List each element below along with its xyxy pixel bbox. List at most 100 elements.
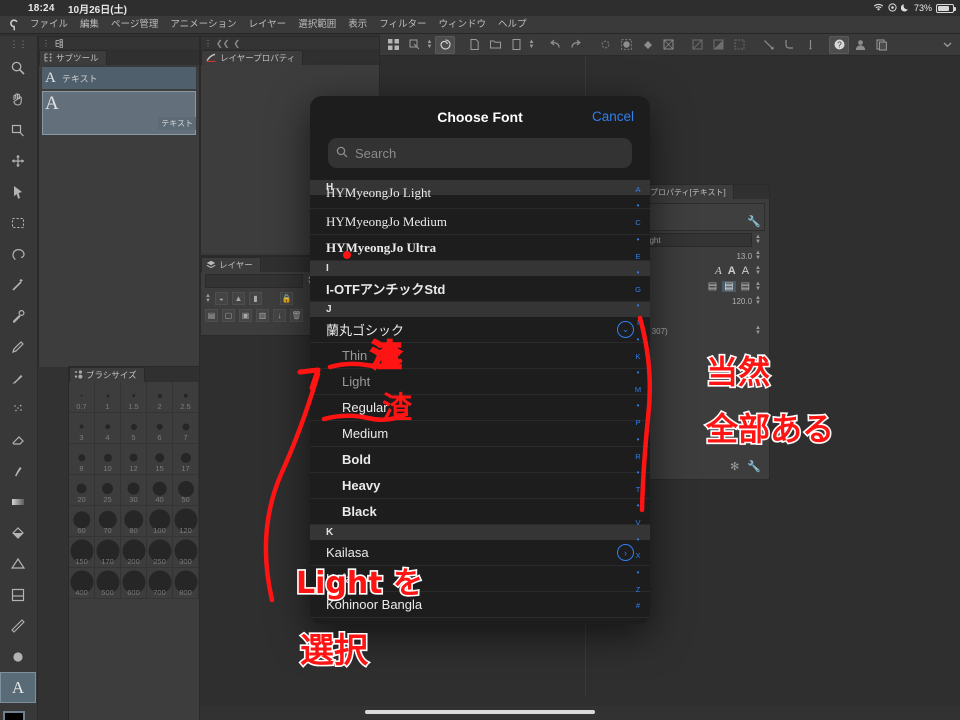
font-list-item[interactable]: Kohinoor Bangla: [310, 592, 650, 618]
brush-size-cell[interactable]: 20: [69, 475, 95, 506]
regular-icon[interactable]: A: [742, 265, 749, 277]
align-left-icon[interactable]: ▤: [708, 281, 717, 292]
index-letter[interactable]: G: [635, 286, 641, 294]
collapse-left-icon[interactable]: ❮❮: [216, 39, 229, 48]
lock-icon[interactable]: 🔒: [280, 292, 293, 305]
size-stepper[interactable]: ▲▼: [755, 251, 761, 261]
tool-ruler[interactable]: [0, 610, 36, 641]
index-letter[interactable]: C: [635, 219, 640, 227]
tool-hand[interactable]: [0, 83, 36, 114]
tool-property-footer[interactable]: ✻ 🔧: [726, 458, 765, 475]
tool-airbrush[interactable]: [0, 393, 36, 424]
palette-grip[interactable]: ⋮: [39, 37, 199, 49]
new-layer-icon[interactable]: ▤: [205, 309, 218, 322]
brush-size-cell[interactable]: 70: [95, 506, 121, 537]
tool-magic-wand[interactable]: [0, 269, 36, 300]
tool-gradient[interactable]: [0, 486, 36, 517]
font-list[interactable]: HHYMyeongJo LightHYMyeongJo MediumHYMyeo…: [310, 180, 650, 624]
settings-icon[interactable]: 🔧: [747, 460, 761, 473]
menu-help[interactable]: ヘルプ: [492, 16, 533, 34]
index-dot[interactable]: •: [637, 502, 640, 510]
deselect-icon[interactable]: [687, 36, 707, 54]
italic-icon[interactable]: A: [715, 265, 722, 277]
menu-selection[interactable]: 選択範囲: [292, 16, 342, 34]
brush-size-cell[interactable]: 150: [69, 537, 95, 568]
reset-icon[interactable]: ✻: [730, 460, 739, 473]
index-dot[interactable]: •: [637, 269, 640, 277]
index-letter[interactable]: V: [635, 519, 640, 527]
font-list-item[interactable]: HYMyeongJo Ultra: [310, 235, 650, 261]
grid-icon[interactable]: [383, 36, 403, 54]
new-folder-icon[interactable]: ▣: [239, 309, 252, 322]
page-stepper[interactable]: ▲▼: [755, 326, 761, 336]
font-weight-item[interactable]: Bold: [310, 447, 650, 473]
font-weight-item[interactable]: Light: [310, 369, 650, 395]
index-dot[interactable]: •: [637, 436, 640, 444]
brush-size-grid-body[interactable]: 0.711.522.534567810121517202530405060708…: [69, 382, 199, 720]
perspective-snap-icon[interactable]: [800, 36, 820, 54]
brush-size-cell[interactable]: 4: [95, 413, 121, 444]
menu-animation[interactable]: アニメーション: [164, 16, 242, 34]
brush-size-cell[interactable]: 600: [121, 568, 147, 599]
brush-size-cell[interactable]: 8: [69, 444, 95, 475]
new-document-icon[interactable]: [464, 36, 484, 54]
grip-icon[interactable]: ⋮⋮: [0, 36, 37, 52]
font-list-item[interactable]: HYMyeongJo Light: [310, 195, 650, 209]
font-weight-item[interactable]: Thin: [310, 343, 650, 369]
curve-snap-icon[interactable]: [779, 36, 799, 54]
transform-icon[interactable]: [658, 36, 678, 54]
index-dot[interactable]: •: [637, 302, 640, 310]
tool-eraser[interactable]: [0, 424, 36, 455]
brush-size-cell[interactable]: 12: [121, 444, 147, 475]
brush-size-cell[interactable]: 800: [173, 568, 199, 599]
index-letter[interactable]: Z: [636, 586, 641, 594]
fill-selection-icon[interactable]: [616, 36, 636, 54]
user-icon[interactable]: [850, 36, 870, 54]
font-list-item[interactable]: I-OTFアンチックStd: [310, 276, 650, 302]
menu-file[interactable]: ファイル: [24, 16, 74, 34]
alphabet-index[interactable]: A•C•E•G•I•K•M•P•R•T•V•X•Z#: [630, 182, 646, 614]
tool-lasso[interactable]: [0, 238, 36, 269]
brush-size-cell[interactable]: 700: [147, 568, 173, 599]
color-swatches[interactable]: [2, 709, 36, 720]
brush-size-cell[interactable]: 500: [95, 568, 121, 599]
font-stepper[interactable]: ▲▼: [755, 235, 761, 245]
index-dot[interactable]: •: [637, 202, 640, 210]
tool-magnifier[interactable]: [0, 52, 36, 83]
style-stepper[interactable]: ▲▼: [755, 266, 761, 276]
brush-size-cell[interactable]: 170: [95, 537, 121, 568]
index-letter[interactable]: K: [635, 353, 640, 361]
new-raster-icon[interactable]: ▢: [222, 309, 235, 322]
tool-text[interactable]: A: [0, 672, 36, 703]
save-icon[interactable]: [506, 36, 526, 54]
clip-icon[interactable]: ◒: [215, 292, 228, 305]
brush-size-cell[interactable]: 30: [121, 475, 147, 506]
index-letter[interactable]: M: [635, 386, 641, 394]
redo-icon[interactable]: [566, 36, 586, 54]
brush-size-cell[interactable]: 40: [147, 475, 173, 506]
blend-mode-select[interactable]: [205, 274, 303, 288]
clipboard-icon[interactable]: [871, 36, 891, 54]
marquee-icon[interactable]: [729, 36, 749, 54]
brush-size-cell[interactable]: 80: [121, 506, 147, 537]
brush-size-cell[interactable]: 60: [69, 506, 95, 537]
font-list-item[interactable]: HYMyeongJo Medium: [310, 209, 650, 235]
merge-down-icon[interactable]: ↓: [273, 309, 286, 322]
brush-size-cell[interactable]: 5: [121, 413, 147, 444]
brush-size-cell[interactable]: 300: [173, 537, 199, 568]
brush-size-cell[interactable]: 200: [121, 537, 147, 568]
index-dot[interactable]: •: [637, 402, 640, 410]
brush-size-cell[interactable]: 250: [147, 537, 173, 568]
tool-decoration[interactable]: [0, 641, 36, 672]
tab-layer-property[interactable]: レイヤープロパティ: [201, 50, 303, 65]
subtool-list[interactable]: A テキスト A テキスト: [39, 67, 199, 367]
palette-grip[interactable]: ⋮ ❮❮ ❮: [201, 37, 379, 49]
menu-edit[interactable]: 編集: [74, 16, 105, 34]
font-list-item[interactable]: 蘭丸ゴシック⌄: [310, 317, 650, 343]
line-spacing-stepper[interactable]: ▲▼: [755, 296, 761, 306]
index-letter[interactable]: X: [635, 552, 640, 560]
brush-size-cell[interactable]: 100: [147, 506, 173, 537]
menu-view[interactable]: 表示: [342, 16, 373, 34]
align-right-icon[interactable]: ▤: [741, 281, 750, 292]
brush-size-cell[interactable]: 2: [147, 382, 173, 413]
